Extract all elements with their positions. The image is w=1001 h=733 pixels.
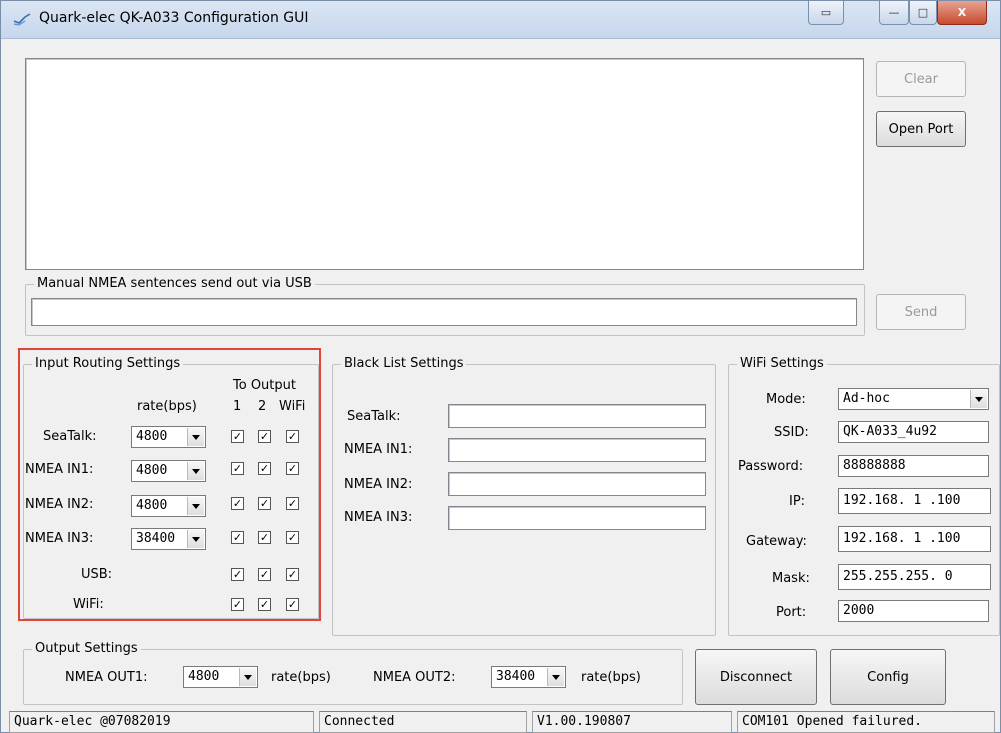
nmea-in2-out1-checkbox[interactable]: ✓ [231,497,244,510]
chevron-down-icon [547,668,564,686]
routing-label-usb: USB: [81,567,113,582]
output-col-wifi-header: WiFi [279,399,306,414]
window-title: Quark-elec QK-A033 Configuration GUI [39,10,309,26]
wifi-mode-label: Mode: [766,392,806,407]
nmea-in1-wifi-checkbox[interactable]: ✓ [286,462,299,475]
wifi-mask-input[interactable]: 255.255.255. 0 [838,564,991,590]
nmea-out1-rate-select[interactable]: 4800 [183,666,258,688]
log-textarea[interactable] [25,58,864,270]
output-settings-legend: Output Settings [32,641,141,657]
wifi-port-input[interactable]: 2000 [838,600,989,622]
usb-wifi-checkbox[interactable]: ✓ [286,568,299,581]
wifi-settings-legend: WiFi Settings [737,356,827,372]
blacklist-label-nmea-in2: NMEA IN2: [344,477,413,492]
minimize-button[interactable]: — [879,1,909,25]
wifi-out2-checkbox[interactable]: ✓ [258,598,271,611]
usb-out1-checkbox[interactable]: ✓ [231,568,244,581]
usb-out2-checkbox[interactable]: ✓ [258,568,271,581]
wifi-wifi-checkbox[interactable]: ✓ [286,598,299,611]
nmea-out2-unit: rate(bps) [581,670,641,685]
nmea-in2-out2-checkbox[interactable]: ✓ [258,497,271,510]
title-bar: Quark-elec QK-A033 Configuration GUI ▭ —… [1,1,1000,39]
seatalk-out2-checkbox[interactable]: ✓ [258,430,271,443]
wifi-gateway-label: Gateway: [746,534,807,549]
config-button[interactable]: Config [830,649,946,705]
blacklist-nmea-in3-input[interactable] [448,506,706,530]
chevron-down-icon [970,390,987,408]
maximize-button[interactable]: □ [909,1,937,25]
manual-nmea-legend: Manual NMEA sentences send out via USB [34,276,315,292]
status-message: COM101 Opened failured. [737,711,995,733]
disconnect-button[interactable]: Disconnect [695,649,817,705]
output-col-1-header: 1 [233,399,242,414]
seatalk-wifi-checkbox[interactable]: ✓ [286,430,299,443]
close-icon: X [957,6,967,19]
manual-nmea-input[interactable] [31,298,857,326]
routing-label-nmea-in3: NMEA IN3: [25,531,94,546]
window-extra-icon: ▭ [820,6,832,19]
blacklist-label-nmea-in1: NMEA IN1: [344,442,413,457]
wifi-password-label: Password: [738,459,804,474]
routing-label-nmea-in1: NMEA IN1: [25,462,94,477]
blacklist-label-seatalk: SeaTalk: [347,409,401,424]
app-icon [13,13,31,26]
seatalk-rate-select[interactable]: 4800 [131,426,206,448]
status-company: Quark-elec @07082019 [9,711,314,733]
nmea-in2-rate-select[interactable]: 4800 [131,495,206,517]
input-routing-legend: Input Routing Settings [32,356,184,372]
minimize-icon: — [888,6,900,19]
close-button[interactable]: X [937,1,987,25]
black-list-legend: Black List Settings [341,356,467,372]
wifi-out1-checkbox[interactable]: ✓ [231,598,244,611]
nmea-in1-rate-select[interactable]: 4800 [131,460,206,482]
restore-extra-button[interactable]: ▭ [808,1,844,25]
clear-button[interactable]: Clear [876,61,966,97]
wifi-mask-label: Mask: [772,571,810,586]
status-connection: Connected [319,711,527,733]
rate-header: rate(bps) [137,399,197,414]
wifi-password-input[interactable]: 88888888 [838,455,989,477]
app-window: Quark-elec QK-A033 Configuration GUI ▭ —… [0,0,1001,733]
wifi-mode-select[interactable]: Ad-hoc [838,388,989,410]
nmea-in3-out1-checkbox[interactable]: ✓ [231,531,244,544]
nmea-in2-wifi-checkbox[interactable]: ✓ [286,497,299,510]
wifi-gateway-input[interactable]: 192.168. 1 .100 [838,526,991,552]
nmea-out2-label: NMEA OUT2: [373,670,456,685]
nmea-out1-unit: rate(bps) [271,670,331,685]
nmea-in1-out2-checkbox[interactable]: ✓ [258,462,271,475]
nmea-out2-rate-select[interactable]: 38400 [491,666,566,688]
nmea-in1-out1-checkbox[interactable]: ✓ [231,462,244,475]
nmea-in3-out2-checkbox[interactable]: ✓ [258,531,271,544]
send-button[interactable]: Send [876,294,966,330]
open-port-button[interactable]: Open Port [876,111,966,147]
routing-label-wifi: WiFi: [73,597,104,612]
nmea-in3-rate-select[interactable]: 38400 [131,528,206,550]
wifi-ip-input[interactable]: 192.168. 1 .100 [838,488,991,514]
routing-label-seatalk: SeaTalk: [43,429,97,444]
nmea-out1-label: NMEA OUT1: [65,670,148,685]
wifi-ssid-input[interactable]: QK-A033_4u92 [838,421,989,443]
chevron-down-icon [187,530,204,548]
blacklist-nmea-in1-input[interactable] [448,438,706,462]
blacklist-nmea-in2-input[interactable] [448,472,706,496]
output-col-2-header: 2 [258,399,267,414]
wifi-port-label: Port: [776,605,807,620]
to-output-header: To Output [233,378,296,393]
maximize-icon: □ [917,6,929,19]
routing-label-nmea-in2: NMEA IN2: [25,497,94,512]
blacklist-label-nmea-in3: NMEA IN3: [344,510,413,525]
wifi-ip-label: IP: [789,494,806,509]
chevron-down-icon [187,428,204,446]
chevron-down-icon [187,497,204,515]
nmea-in3-wifi-checkbox[interactable]: ✓ [286,531,299,544]
blacklist-seatalk-input[interactable] [448,404,706,428]
seatalk-out1-checkbox[interactable]: ✓ [231,430,244,443]
wifi-ssid-label: SSID: [774,425,809,440]
chevron-down-icon [239,668,256,686]
chevron-down-icon [187,462,204,480]
status-version: V1.00.190807 [532,711,732,733]
